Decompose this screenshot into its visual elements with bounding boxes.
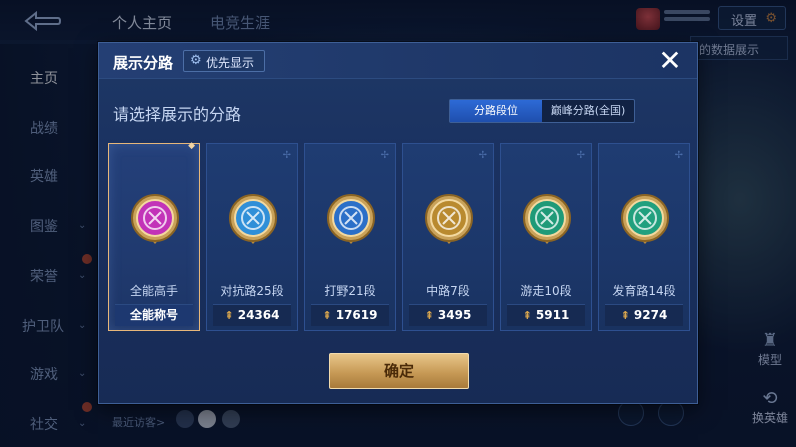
- gear-icon: ⚙: [190, 53, 202, 68]
- lane-card-value: 5911: [535, 308, 570, 322]
- rank-arrow-icon: ⇞: [424, 309, 434, 322]
- corner-ornament-icon: ✢: [380, 150, 389, 161]
- mid-lane-emblem-icon: [425, 194, 473, 244]
- lane-card-label: 打野21段: [324, 284, 376, 298]
- dialog-title: 展示分路: [113, 54, 174, 72]
- tab-peak-lane-national[interactable]: 巅峰分路(全国): [542, 100, 634, 122]
- lane-card-score: ⇞ 24364: [213, 304, 291, 326]
- lane-card[interactable]: ✢ 中路7段 ⇞ 3495: [402, 143, 494, 331]
- lane-card-value: 9274: [633, 308, 668, 322]
- corner-ornament-icon: ✢: [674, 150, 683, 161]
- lane-display-dialog: 展示分路 ⚙ 优先显示 ✕ 请选择展示的分路 分路段位 巅峰分路(全国) ◆ 全能…: [98, 42, 698, 404]
- lane-card-label: 全能高手: [129, 284, 178, 298]
- all-round-emblem-icon: [131, 194, 179, 244]
- roam-emblem-icon: [523, 194, 571, 244]
- close-icon[interactable]: ✕: [655, 47, 685, 77]
- lane-card-label: 发育路14段: [612, 284, 676, 298]
- lane-card[interactable]: ✢ 打野21段 ⇞ 17619: [304, 143, 396, 331]
- jungle-emblem-icon: [327, 194, 375, 244]
- lane-card[interactable]: ✢ 游走10段 ⇞ 5911: [500, 143, 592, 331]
- corner-ornament-icon: ✢: [576, 150, 585, 161]
- lane-card-value: 17619: [335, 308, 378, 322]
- lane-card-score: ⇞ 17619: [311, 304, 389, 326]
- lane-card-score: ⇞ 5911: [507, 304, 585, 326]
- lane-card[interactable]: ◆ 全能高手全能称号: [108, 141, 200, 331]
- confirm-button[interactable]: 确定: [329, 353, 469, 389]
- corner-ornament-icon: ✢: [478, 150, 487, 161]
- rank-arrow-icon: ⇞: [620, 309, 630, 322]
- lane-card[interactable]: ✢ 发育路14段 ⇞ 9274: [598, 143, 690, 331]
- lane-card-label: 中路7段: [426, 284, 470, 298]
- lane-card[interactable]: ✢ 对抗路25段 ⇞ 24364: [206, 143, 298, 331]
- farm-lane-emblem-icon: [621, 194, 669, 244]
- rank-arrow-icon: ⇞: [322, 309, 332, 322]
- dialog-subtitle: 请选择展示的分路: [113, 105, 242, 124]
- rank-arrow-icon: ⇞: [224, 309, 234, 322]
- lane-card-score: ⇞ 3495: [409, 304, 487, 326]
- segment-toggle: 分路段位 巅峰分路(全国): [449, 99, 635, 123]
- corner-ornament-icon: ✢: [282, 150, 291, 161]
- lane-card-value: 全能称号: [129, 308, 178, 322]
- dialog-header: 展示分路 ⚙ 优先显示 ✕: [99, 43, 697, 79]
- tab-lane-rank[interactable]: 分路段位: [450, 100, 542, 122]
- lane-card-label: 对抗路25段: [220, 284, 284, 298]
- lane-card-score: 全能称号: [115, 304, 193, 326]
- lane-card-score: ⇞ 9274: [605, 304, 683, 326]
- lane-card-value: 3495: [437, 308, 472, 322]
- lane-card-value: 24364: [237, 308, 280, 322]
- priority-display-button[interactable]: ⚙ 优先显示: [183, 50, 265, 72]
- clash-lane-emblem-icon: [229, 194, 277, 244]
- corner-ornament-icon: ◆: [188, 141, 195, 151]
- rank-arrow-icon: ⇞: [522, 309, 532, 322]
- priority-label: 优先显示: [206, 56, 255, 70]
- lane-card-label: 游走10段: [520, 284, 572, 298]
